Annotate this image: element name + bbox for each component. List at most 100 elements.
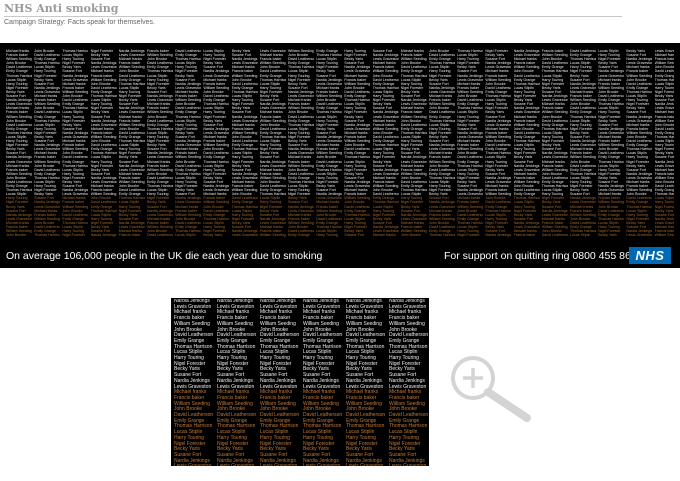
name-entry: Harry Touring: [654, 200, 674, 205]
name-entry: Lewis Graveston: [217, 464, 257, 466]
name-column: Francis baker William Seeding John Brooke D…: [147, 49, 173, 237]
name-entry: Michael franks: [259, 110, 283, 115]
name-entry: Thomas Harrison: [175, 114, 202, 119]
name-column: Lucas Stiplin Harry Touring Nigel Forester…: [598, 49, 624, 237]
detail-name-column: Nardia Jenkings Lewis Graveston Michael fr…: [217, 299, 257, 466]
name-entry: Lewis Graveston: [118, 110, 145, 115]
detail-name-column: Nardia Jenkings Lewis Graveston Michael fr…: [174, 299, 214, 466]
name-entry: Lewis Graveston: [346, 464, 386, 466]
detail-crop-image[interactable]: Nardia Jenkings Lewis Graveston Michael fr…: [171, 298, 429, 466]
name-entry: William Seeding: [259, 233, 286, 238]
name-column: David Leatherson Emily Grange Thomas Harri…: [570, 49, 596, 237]
name-entry: Lewis Graveston: [260, 464, 300, 466]
name-entry: Michael franks: [316, 200, 340, 205]
name-entry: Lewis Graveston: [231, 233, 258, 238]
name-column: John Brooke David Leatherson Emily Grange T…: [429, 49, 455, 237]
name-column: Becky Yaris Susane Fort Nardia Jenkings Lew…: [232, 49, 258, 237]
banner-tagline: On average 106,000 people in the UK die …: [6, 250, 323, 262]
name-entry: Nardia Jenkings: [400, 155, 427, 160]
name-column: Thomas Harrison Lucas Stiplin Harry Tourin…: [62, 49, 88, 237]
name-entry: Nardia Jenkings: [598, 69, 624, 74]
name-entry: Michael franks: [118, 114, 142, 119]
name-entry: Nigel Forester: [457, 233, 480, 238]
name-entry: Michael franks: [288, 155, 312, 160]
name-column: John Brooke David Leatherson Emily Grange T…: [34, 49, 60, 237]
name-entry: Francis baker: [400, 110, 423, 115]
page-subtitle: Campaign Strategy: Facts speak for thems…: [4, 19, 155, 26]
detail-name-column: Nardia Jenkings Lewis Graveston Michael fr…: [260, 299, 300, 466]
name-entry: David Leatherson: [288, 114, 314, 119]
name-column: William Seeding John Brooke David Leathers…: [288, 49, 314, 237]
name-column: Michael franks Francis baker William Seedi…: [6, 49, 32, 237]
name-entry: Lewis Graveston: [174, 464, 214, 466]
page-header: NHS Anti smoking Campaign Strategy: Fact…: [4, 2, 624, 28]
name-entry: William Seeding: [541, 110, 568, 115]
name-entry: Nigel Forester: [6, 200, 29, 205]
name-entry: Nardia Jenkings: [6, 155, 32, 160]
name-entry: Francis baker: [654, 114, 674, 119]
page-title: NHS Anti smoking: [4, 2, 119, 15]
name-column: Becky Yaris Susane Fort Nardia Jenkings Lew…: [626, 49, 652, 237]
name-entry: Nardia Jenkings: [626, 114, 653, 119]
name-entry: David Leatherson: [485, 200, 512, 205]
name-entry: Lewis Graveston: [147, 155, 173, 160]
name-entry: Lewis Graveston: [372, 114, 399, 119]
banner-support-text: For support on quitting ring 0800 455 86…: [444, 250, 637, 262]
name-entry: Nigel Forester: [344, 110, 367, 115]
name-entry: Thomas Harrison: [34, 233, 61, 238]
magnifier-plus-icon[interactable]: [447, 352, 533, 422]
name-entry: Lewis Graveston: [570, 200, 596, 205]
name-entry: David Leatherson: [429, 110, 455, 115]
name-entry: Thomas Harrison: [372, 200, 399, 205]
name-entry: John Brooke: [6, 233, 27, 238]
name-entry: David Leatherson: [147, 233, 173, 238]
name-columns: Michael franks Francis baker William Seedi…: [6, 49, 674, 239]
name-entry: Lewis Graveston: [175, 200, 202, 205]
name-entry: Thomas Harrison: [147, 69, 173, 74]
detail-name-column: Nardia Jenkings Lewis Graveston Michael fr…: [346, 299, 386, 466]
name-entry: Michael franks: [654, 110, 674, 115]
name-entry: Nardia Jenkings: [372, 110, 399, 115]
name-entry: Michael franks: [513, 114, 537, 119]
name-column: David Leatherson Emily Grange Thomas Harri…: [175, 49, 201, 237]
name-entry: Nigel Forester: [400, 200, 424, 205]
nhs-logo: NHS: [629, 247, 671, 264]
name-entry: William Seeding: [203, 200, 230, 205]
name-entry: Francis baker: [259, 114, 282, 119]
name-entry: William Seeding: [6, 114, 32, 119]
name-entry: Thomas Harrison: [344, 155, 371, 160]
name-column: Michael franks Francis baker William Seedi…: [401, 49, 427, 237]
name-entry: Lewis Graveston: [389, 464, 429, 466]
campaign-banner-image: Michael franks Francis baker William Seedi…: [0, 43, 680, 268]
name-entry: David Leatherson: [34, 110, 61, 115]
name-entry: Thomas Harrison: [541, 69, 568, 74]
name-entry: Nigel Forester: [598, 114, 621, 119]
name-entry: David Leatherson: [90, 200, 117, 205]
name-entry: Nardia Jenkings: [231, 114, 258, 119]
name-entry: Francis baker: [118, 233, 141, 238]
name-entry: Becky Yaris: [598, 233, 617, 238]
name-entry: Francis baker: [513, 233, 536, 238]
name-column: Lucas Stiplin Harry Touring Nigel Forester…: [203, 49, 229, 237]
name-column: Thomas Harrison Lucas Stiplin Harry Tourin…: [457, 49, 483, 237]
name-entry: William Seeding: [147, 110, 173, 115]
name-entry: Emily Grange: [288, 233, 310, 238]
name-entry: Susane Fort: [654, 155, 674, 160]
name-entry: William Seeding: [654, 233, 674, 238]
name-entry: Nardia Jenkings: [485, 233, 512, 238]
name-entry: Becky Yaris: [203, 233, 223, 238]
name-entry: David Leatherson: [259, 69, 286, 74]
name-entry: Michael franks: [485, 69, 509, 74]
name-entry: Thomas Harrison: [429, 233, 455, 238]
name-entry: Michael franks: [90, 69, 114, 74]
name-entry: William Seeding: [400, 114, 427, 119]
name-entry: William Seeding: [372, 69, 399, 74]
name-column: Nigel Forester Becky Yaris Susane Fort Nard…: [91, 49, 117, 237]
name-entry: Nardia Jenkings: [429, 200, 455, 205]
name-entry: Thomas Harrison: [316, 110, 343, 115]
name-entry: Thomas Harrison: [570, 114, 596, 119]
name-entry: David Leatherson: [62, 155, 89, 160]
name-entry: Nigel Forester: [175, 69, 198, 74]
name-entry: Harry Touring: [316, 233, 338, 238]
name-entry: Lewis Graveston: [344, 69, 371, 74]
